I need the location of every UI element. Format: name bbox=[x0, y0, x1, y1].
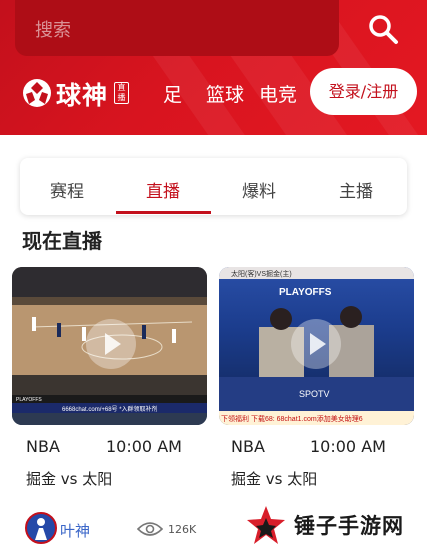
matchup-text[interactable]: 掘金 vs 太阳 bbox=[231, 468, 317, 489]
overlay-ad-text: 6668chat.com/+68号 *入群领取补剂 bbox=[62, 405, 158, 413]
scoreboard-brand: PLAYOFFS bbox=[16, 397, 42, 403]
playoffs-brand: PLAYOFFS bbox=[279, 287, 332, 298]
tab-news[interactable]: 爆料 bbox=[242, 177, 276, 202]
logo-tag: 直播 bbox=[114, 82, 129, 104]
active-tab-indicator bbox=[116, 211, 211, 214]
app-logo[interactable]: 球神 直播 bbox=[22, 76, 132, 110]
author-name[interactable]: 叶神 bbox=[60, 520, 90, 541]
app-header: 搜索 球神 直播 足 篮球 电竞 登录/注册 bbox=[0, 0, 427, 135]
tab-anchor[interactable]: 主播 bbox=[339, 177, 373, 202]
nav-esports[interactable]: 电竞 bbox=[259, 80, 297, 107]
live-card-thumbnail[interactable]: PLAYOFFS 6668chat.com/+68号 *入群领取补剂 bbox=[12, 267, 207, 425]
live-card-thumbnail[interactable]: 太阳(客)VS掘金(主) PLAYOFFS SPOTV 下领福利 下载68: 6… bbox=[219, 267, 414, 425]
desk-logo: SPOTV bbox=[299, 389, 330, 399]
tab-schedule[interactable]: 赛程 bbox=[50, 177, 84, 202]
author-avatar[interactable] bbox=[25, 512, 57, 544]
watermark-text: 锤子手游网 bbox=[294, 514, 404, 538]
content-tabs: 赛程 直播 爆料 主播 bbox=[20, 158, 407, 215]
site-watermark: 锤子手游网 bbox=[240, 500, 427, 551]
match-time: 10:00 AM bbox=[310, 437, 386, 456]
login-register-button[interactable]: 登录/注册 bbox=[310, 68, 417, 115]
play-icon[interactable] bbox=[86, 319, 136, 369]
star-logo-icon bbox=[247, 506, 285, 544]
search-input[interactable]: 搜索 bbox=[15, 0, 339, 56]
basketball-player-icon bbox=[35, 518, 47, 540]
play-icon[interactable] bbox=[291, 319, 341, 369]
tab-live[interactable]: 直播 bbox=[146, 177, 180, 202]
ball-logo-icon bbox=[23, 79, 51, 107]
nav-basketball[interactable]: 篮球 bbox=[206, 80, 244, 107]
search-icon[interactable] bbox=[366, 12, 400, 46]
overlay-ad-text: 下领福利 下载68: 68chat1.com添加美女助理6 bbox=[221, 414, 363, 423]
section-title: 现在直播 bbox=[22, 229, 102, 253]
view-count: 126K bbox=[168, 523, 197, 536]
broadcast-top-text: 太阳(客)VS掘金(主) bbox=[231, 269, 292, 278]
match-time: 10:00 AM bbox=[106, 437, 182, 456]
logo-text: 球神 bbox=[56, 81, 109, 110]
eye-icon bbox=[137, 522, 163, 536]
matchup-text[interactable]: 掘金 vs 太阳 bbox=[26, 468, 112, 489]
nav-football[interactable]: 足 bbox=[163, 80, 182, 107]
league-label: NBA bbox=[231, 437, 265, 456]
search-placeholder: 搜索 bbox=[35, 20, 71, 41]
league-label: NBA bbox=[26, 437, 60, 456]
